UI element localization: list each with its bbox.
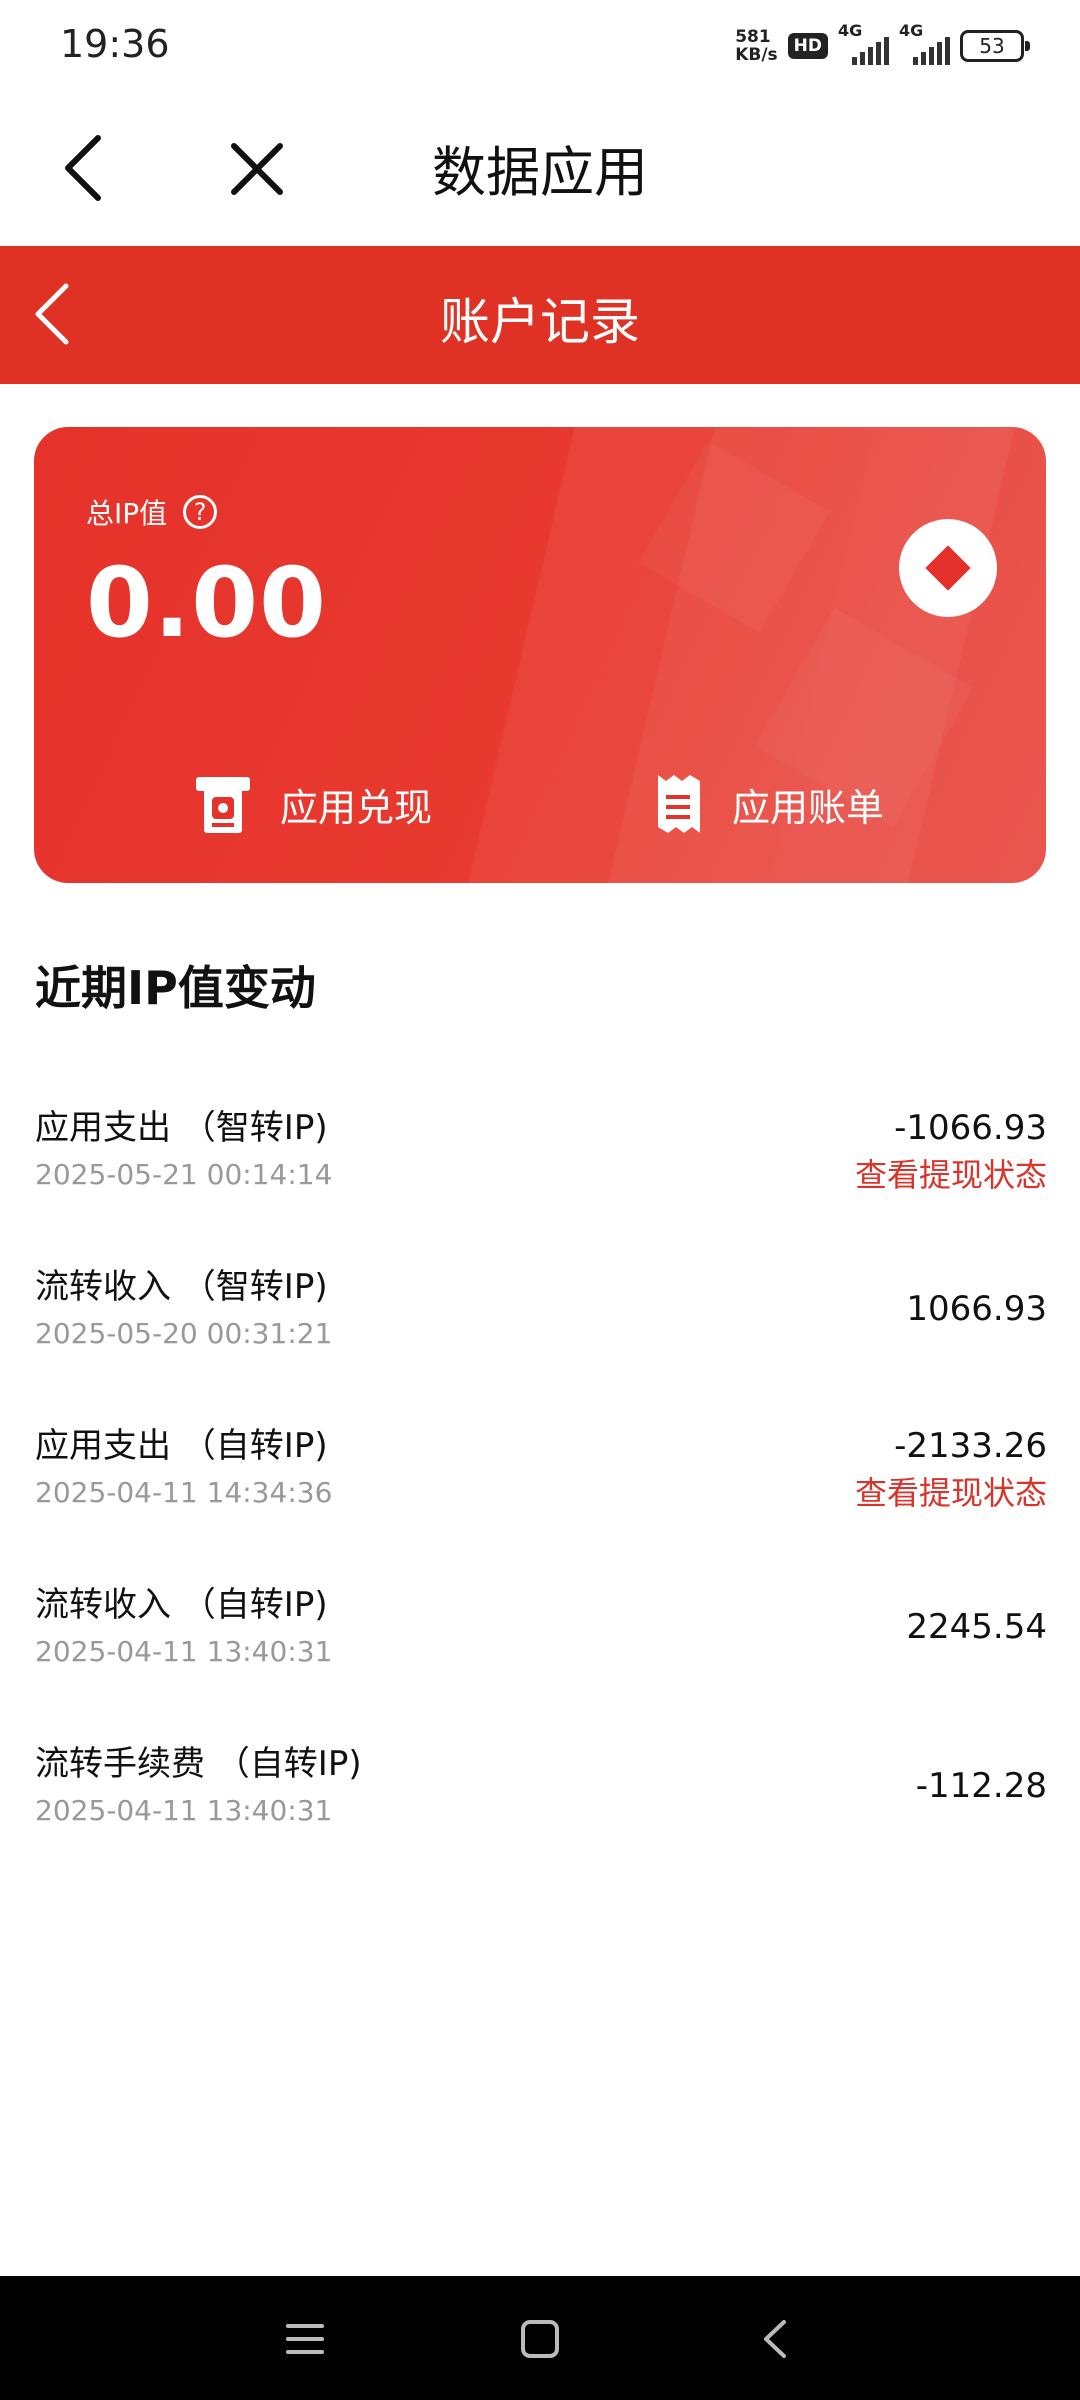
diamond-coin-icon[interactable] [899, 519, 997, 617]
home-button[interactable] [515, 2314, 565, 2364]
total-ip-label-row: 总IP值 ? [86, 492, 218, 532]
network-speed: 581 KB/s [735, 28, 777, 64]
record-time: 2025-04-11 13:40:31 [35, 1794, 333, 1827]
record-time: 2025-05-21 00:14:14 [35, 1158, 333, 1191]
home-square-icon [521, 2320, 559, 2358]
menu-icon [286, 2324, 324, 2354]
record-item[interactable]: 流转收入 （自转IP) 2025-04-11 13:40:31 2245.54 [35, 1577, 1047, 1717]
signal-icon: 4G [838, 21, 889, 65]
menu-button[interactable] [280, 2314, 330, 2364]
record-amount: -1066.93 [894, 1108, 1047, 1148]
network-type-label: 4G [838, 21, 863, 40]
record-title: 流转收入 （自转IP) [35, 1585, 328, 1625]
record-time: 2025-04-11 13:40:31 [35, 1635, 333, 1668]
help-icon[interactable]: ? [183, 495, 218, 529]
redeem-label: 应用兑现 [280, 785, 433, 830]
bill-label: 应用账单 [732, 785, 885, 830]
record-amount: 2245.54 [906, 1607, 1047, 1647]
top-navigation: 数据应用 [0, 90, 1080, 246]
network-speed-value: 581 [735, 27, 771, 47]
record-title: 应用支出 （自转IP) [35, 1426, 328, 1466]
system-navigation-bar [0, 2276, 1080, 2400]
record-item[interactable]: 流转手续费 （自转IP) 2025-04-11 13:40:31 -112.28 [35, 1736, 1047, 1876]
status-icons: 581 KB/s HD 4G 4G 53 [735, 21, 1030, 68]
status-bar: 19:36 581 KB/s HD 4G 4G 53 [0, 0, 1080, 90]
network-speed-unit: KB/s [735, 45, 778, 65]
record-amount: -112.28 [915, 1766, 1047, 1806]
system-back-button[interactable] [750, 2314, 800, 2364]
back-triangle-icon [764, 2320, 786, 2358]
withdraw-status-link[interactable]: 查看提现状态 [855, 1468, 1047, 1514]
section-title: 近期IP值变动 [35, 961, 316, 1015]
withdraw-status-link[interactable]: 查看提现状态 [855, 1150, 1047, 1196]
header-title: 账户记录 [440, 293, 640, 351]
section-header: 账户记录 [0, 246, 1080, 384]
page-title: 数据应用 [432, 141, 648, 204]
atm-cash-icon [196, 777, 250, 833]
total-ip-label: 总IP值 [86, 497, 168, 530]
hd-voice-icon: HD [787, 33, 828, 59]
balance-card: 总IP值 ? 0.00 应用兑现 应用账单 [34, 427, 1046, 883]
network-type-label-2: 4G [899, 21, 924, 40]
record-item[interactable]: 应用支出 （智转IP) 2025-05-21 00:14:14 -1066.93… [35, 1100, 1047, 1240]
record-amount: 1066.93 [906, 1289, 1047, 1329]
record-title: 应用支出 （智转IP) [35, 1108, 328, 1148]
record-time: 2025-05-20 00:31:21 [35, 1317, 333, 1350]
status-time: 19:36 [60, 22, 170, 66]
receipt-icon [658, 775, 700, 833]
battery-icon: 53 [960, 30, 1030, 62]
signal-icon-2: 4G [899, 21, 950, 65]
record-item[interactable]: 应用支出 （自转IP) 2025-04-11 14:34:36 -2133.26… [35, 1418, 1047, 1558]
record-title: 流转手续费 （自转IP) [35, 1744, 362, 1784]
record-time: 2025-04-11 14:34:36 [35, 1476, 333, 1509]
record-title: 流转收入 （智转IP) [35, 1267, 328, 1307]
total-ip-value: 0.00 [86, 547, 327, 659]
record-amount: -2133.26 [894, 1426, 1047, 1466]
redeem-button[interactable]: 应用兑现 [194, 769, 432, 839]
bill-button[interactable]: 应用账单 [654, 769, 884, 839]
record-item[interactable]: 流转收入 （智转IP) 2025-05-20 00:31:21 1066.93 [35, 1259, 1047, 1399]
